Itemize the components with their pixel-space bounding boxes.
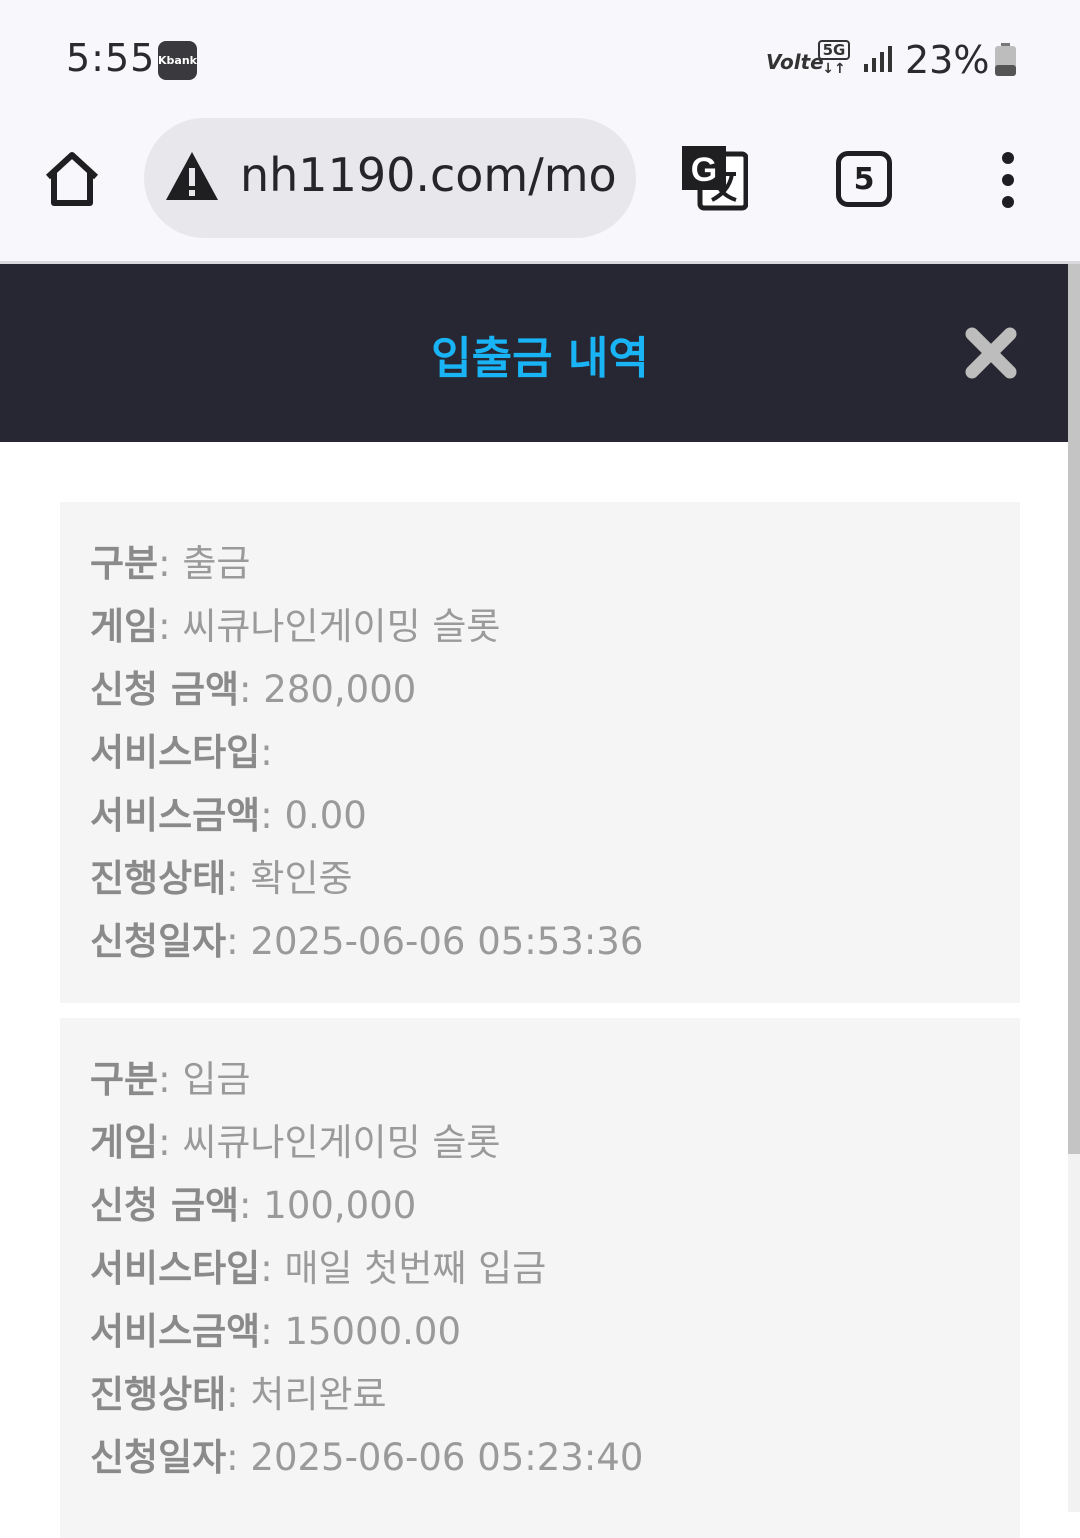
row-service-type: 서비스타입: 매일 첫번째 입금: [90, 1247, 547, 1290]
label-amount: 신청 금액: [90, 668, 240, 711]
value-service-type: 매일 첫번째 입금: [284, 1247, 547, 1290]
5g-icon: 5G ↓↑: [818, 40, 850, 77]
row-category: 구분: 입금: [90, 1058, 251, 1101]
value-category: 출금: [182, 542, 251, 585]
url-text[interactable]: nh1190.com/mobi: [240, 148, 620, 202]
value-date: 2025-06-06 05:23:40: [250, 1436, 644, 1479]
page-header: 입출금 내역: [0, 264, 1068, 442]
label-game: 게임: [90, 605, 159, 648]
value-status: 처리완료: [250, 1373, 387, 1416]
battery-icon: [995, 43, 1016, 76]
value-amount: 100,000: [263, 1184, 417, 1227]
label-category: 구분: [90, 542, 159, 585]
scrollbar-thumb[interactable]: [1068, 264, 1080, 1154]
label-service-type: 서비스타입: [90, 731, 261, 774]
label-category: 구분: [90, 1058, 159, 1101]
label-amount: 신청 금액: [90, 1184, 240, 1227]
5g-label: 5G: [818, 40, 850, 60]
row-date: 신청일자: 2025-06-06 05:23:40: [90, 1436, 644, 1479]
status-bar: 5:55 Kbank Volte 5G ↓↑ 23%: [0, 0, 1080, 118]
row-service-amount: 서비스금액: 0.00: [90, 794, 367, 837]
row-service-amount: 서비스금액: 15000.00: [90, 1310, 461, 1353]
row-status: 진행상태: 처리완료: [90, 1373, 387, 1416]
row-amount: 신청 금액: 100,000: [90, 1184, 417, 1227]
battery-percent: 23%: [905, 38, 990, 82]
home-icon[interactable]: [42, 149, 102, 209]
value-game: 씨큐나인게이밍 슬롯: [182, 1121, 501, 1164]
value-service-amount: 0.00: [284, 794, 367, 837]
value-game: 씨큐나인게이밍 슬롯: [182, 605, 501, 648]
row-status: 진행상태: 확인중: [90, 857, 353, 900]
translate-icon[interactable]: G: [680, 144, 748, 212]
row-game: 게임: 씨큐나인게이밍 슬롯: [90, 1121, 501, 1164]
value-category: 입금: [182, 1058, 251, 1101]
more-vert-icon[interactable]: [996, 150, 1020, 210]
value-status: 확인중: [250, 857, 353, 900]
browser-toolbar: nh1190.com/mobi G 5: [0, 118, 1080, 264]
kbank-app-icon: Kbank: [158, 41, 197, 80]
transaction-list: 구분: 출금 게임: 씨큐나인게이밍 슬롯 신청 금액: 280,000 서비스…: [0, 442, 1068, 1538]
signal-icon: [864, 46, 892, 72]
label-date: 신청일자: [90, 1436, 227, 1479]
address-bar[interactable]: nh1190.com/mobi: [144, 118, 636, 238]
row-category: 구분: 출금: [90, 542, 251, 585]
label-service-amount: 서비스금액: [90, 794, 261, 837]
label-service-amount: 서비스금액: [90, 1310, 261, 1353]
page-title: 입출금 내역: [431, 333, 649, 384]
label-status: 진행상태: [90, 1373, 227, 1416]
warning-icon[interactable]: [164, 148, 220, 204]
close-icon[interactable]: [964, 326, 1018, 380]
label-game: 게임: [90, 1121, 159, 1164]
label-status: 진행상태: [90, 857, 227, 900]
transaction-card: 구분: 출금 게임: 씨큐나인게이밍 슬롯 신청 금액: 280,000 서비스…: [60, 502, 1020, 1003]
row-service-type: 서비스타입:: [90, 731, 273, 774]
row-amount: 신청 금액: 280,000: [90, 668, 417, 711]
label-date: 신청일자: [90, 920, 227, 963]
value-date: 2025-06-06 05:53:36: [250, 920, 644, 963]
row-date: 신청일자: 2025-06-06 05:53:36: [90, 920, 644, 963]
tab-switcher-button[interactable]: 5: [836, 151, 892, 207]
status-time: 5:55: [66, 36, 156, 80]
label-service-type: 서비스타입: [90, 1247, 261, 1290]
svg-text:G: G: [691, 151, 717, 189]
value-service-amount: 15000.00: [284, 1310, 461, 1353]
row-game: 게임: 씨큐나인게이밍 슬롯: [90, 605, 501, 648]
value-amount: 280,000: [263, 668, 417, 711]
transaction-card: 구분: 입금 게임: 씨큐나인게이밍 슬롯 신청 금액: 100,000 서비스…: [60, 1018, 1020, 1538]
volte-icon: Volte: [766, 50, 824, 74]
